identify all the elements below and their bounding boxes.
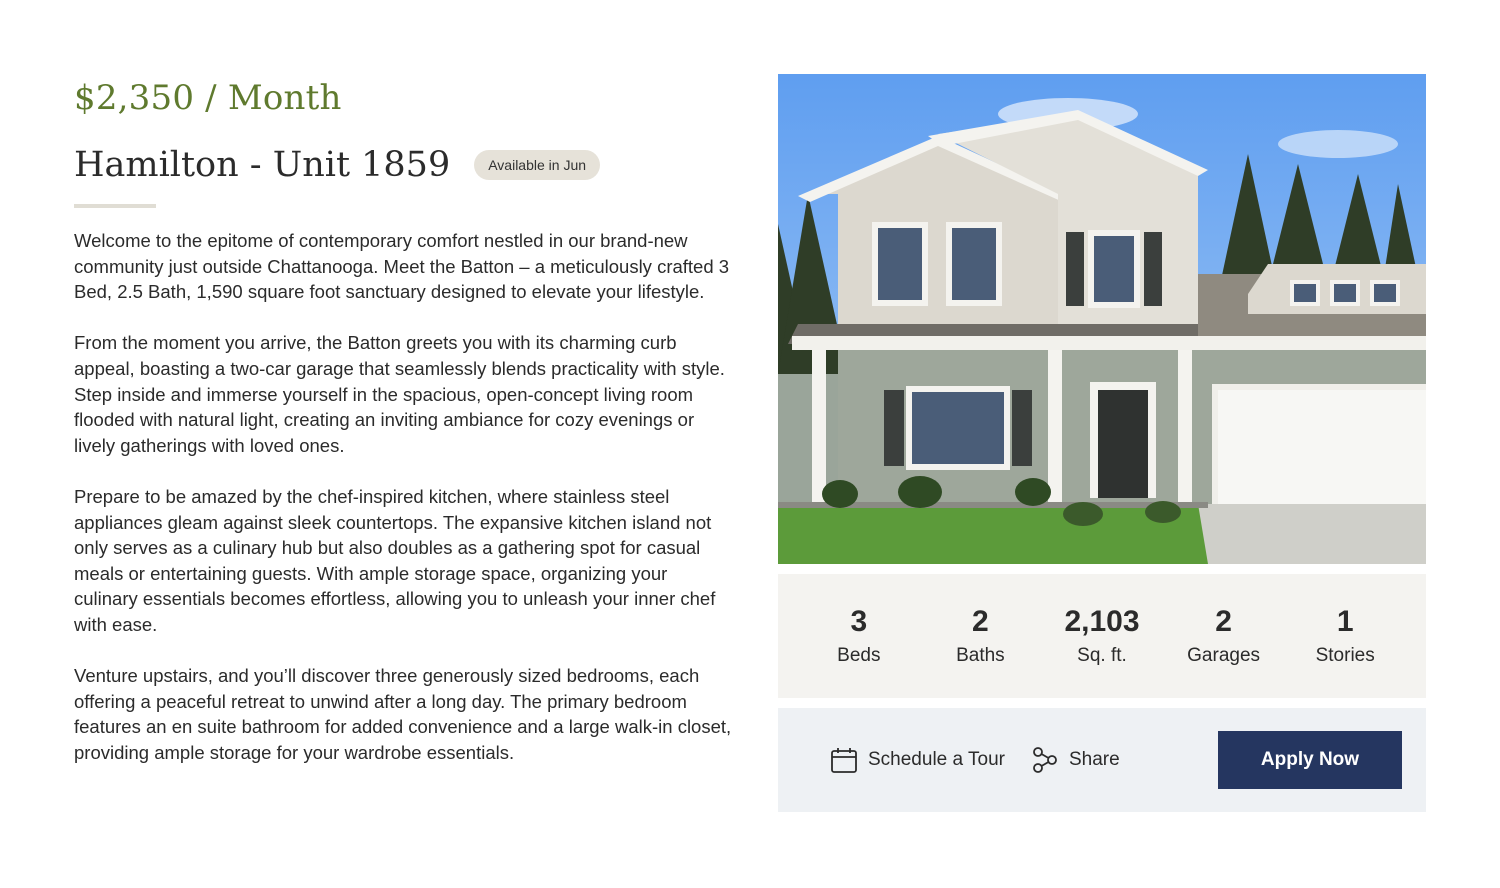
apply-now-button[interactable]: Apply Now	[1218, 731, 1402, 789]
stat-value: 2	[972, 605, 989, 638]
description-paragraph: Prepare to be amazed by the chef-inspire…	[74, 485, 716, 635]
calendar-icon	[831, 748, 857, 773]
stat-label: Garages	[1187, 645, 1261, 666]
stat-beds: 3 Beds	[804, 604, 914, 668]
unit-title: Hamilton - Unit 1859	[74, 145, 451, 185]
share-button[interactable]: Share	[1031, 746, 1120, 774]
description-paragraph: Welcome to the epitome of contemporary c…	[74, 230, 730, 303]
stat-label: Stories	[1315, 645, 1375, 666]
stat-label: Sq. ft.	[1077, 645, 1127, 666]
stat-value: 3	[850, 605, 868, 638]
description-paragraph: Venture upstairs, and you’ll discover th…	[74, 665, 732, 763]
description-paragraph: From the moment you arrive, the Batton g…	[74, 332, 725, 456]
availability-badge: Available in Jun	[474, 150, 601, 180]
property-stats: 3 Beds 2 Baths 2,103 Sq. ft. 2 Garages 1…	[778, 574, 1426, 698]
stat-label: Baths	[956, 645, 1005, 666]
rent-price: $2,350 / Month	[74, 78, 342, 118]
stat-stories: 1 Stories	[1290, 604, 1400, 668]
share-icon	[1033, 747, 1057, 773]
schedule-tour-button[interactable]: Schedule a Tour	[830, 746, 1005, 774]
listing-media-panel: 3 Beds 2 Baths 2,103 Sq. ft. 2 Garages 1…	[778, 74, 1426, 812]
stat-value: 2,103	[1064, 605, 1140, 638]
share-label: Share	[1068, 749, 1120, 770]
stat-label: Beds	[837, 645, 881, 666]
stat-value: 1	[1336, 605, 1354, 638]
schedule-tour-label: Schedule a Tour	[868, 749, 1005, 770]
title-divider	[74, 204, 156, 208]
title-row: Hamilton - Unit 1859 Available in Jun	[74, 140, 734, 190]
stat-garages: 2 Garages	[1169, 604, 1279, 668]
listing-description: Welcome to the epitome of contemporary c…	[74, 228, 734, 765]
stat-baths: 2 Baths	[925, 604, 1035, 668]
action-bar: Schedule a Tour Share Apply Now	[778, 708, 1426, 812]
house-photo[interactable]	[778, 74, 1426, 564]
stat-sqft: 2,103 Sq. ft.	[1047, 604, 1157, 668]
stat-value: 2	[1215, 605, 1232, 638]
listing-details: $2,350 / Month Hamilton - Unit 1859 Avai…	[74, 76, 734, 765]
